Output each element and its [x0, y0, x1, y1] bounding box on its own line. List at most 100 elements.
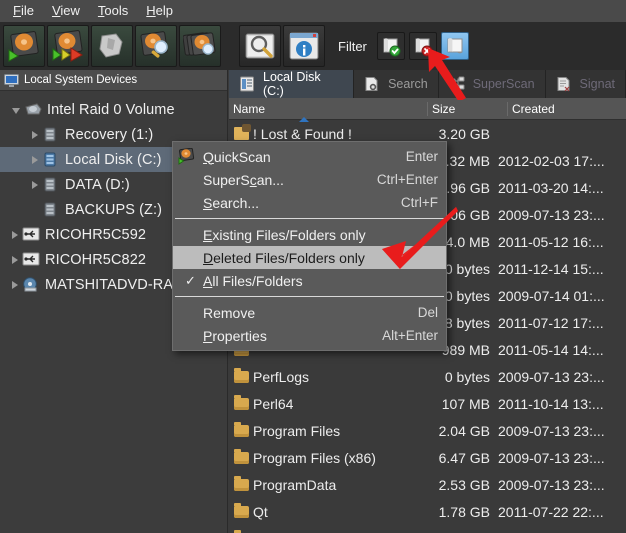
raid-button[interactable] — [91, 25, 133, 67]
tree-item-label: RICOHR5C592 — [45, 227, 146, 243]
table-row[interactable]: Qt 1.78 GB 2011-07-22 22:... — [229, 498, 626, 525]
column-header-created[interactable]: Created — [507, 102, 626, 116]
drive-icon — [42, 202, 60, 218]
context-menu-existing-files-only[interactable]: Existing Files/Folders only — [173, 223, 446, 246]
file-created: 2011-07-12 17:... — [496, 315, 626, 331]
checkmark-icon: ✓ — [185, 273, 196, 289]
context-menu-search[interactable]: Search... Ctrl+F — [173, 191, 446, 214]
file-size: 107 MB — [404, 396, 496, 412]
tree-item-label: Intel Raid 0 Volume — [47, 102, 175, 118]
context-menu-shortcut: Alt+Enter — [382, 328, 438, 343]
table-row[interactable]: ProgramData 2.53 GB 2009-07-13 23:... — [229, 471, 626, 498]
tree-item-intel-raid-0-volume[interactable]: Intel Raid 0 Volume — [0, 97, 227, 122]
find-disk-button[interactable] — [135, 25, 177, 67]
chevron-right-icon[interactable] — [8, 253, 22, 267]
file-created: 2011-10-14 13:... — [496, 396, 626, 412]
context-menu-superscan[interactable]: SuperScan... Ctrl+Enter — [173, 168, 446, 191]
devices-panel-header: Local System Devices — [0, 70, 227, 91]
chevron-right-icon[interactable] — [28, 128, 42, 142]
file-name: Perl64 — [253, 396, 404, 412]
file-name: PerfLogs — [253, 369, 404, 385]
context-menu-item-label: Remove — [203, 305, 418, 321]
context-menu-remove[interactable]: Remove Del — [173, 301, 446, 324]
filter-existing-button[interactable] — [377, 32, 405, 60]
file-created: 2011-12-14 15:... — [496, 261, 626, 277]
magnifier-window-icon — [243, 30, 277, 62]
table-row[interactable]: Program Files (x86) 6.47 GB 2009-07-13 2… — [229, 444, 626, 471]
context-menu-properties[interactable]: Properties Alt+Enter — [173, 324, 446, 347]
context-menu-shortcut: Ctrl+Enter — [377, 172, 438, 187]
optical-drive-icon — [22, 277, 40, 293]
context-menu-item-label: Deleted Files/Folders only — [203, 250, 438, 266]
menu-file[interactable]: FFileile — [4, 1, 43, 21]
lost-found-icon — [229, 127, 253, 140]
menu-bar: FFileile View Tools Help — [0, 0, 626, 22]
raid-volume-icon — [24, 102, 42, 118]
file-created: 2009-07-13 23:... — [496, 450, 626, 466]
clone-disk-button[interactable] — [47, 25, 89, 67]
file-name: Program Files (x86) — [253, 450, 404, 466]
signature-doc-icon — [556, 76, 572, 92]
info-button[interactable] — [283, 25, 325, 67]
table-row[interactable]: System Volume Informa... 18.6 MB 2011-03… — [229, 525, 626, 533]
disk-green-arrow-icon — [7, 30, 41, 62]
drive-blue-icon — [42, 152, 60, 168]
tree-item-label: Recovery (1:) — [65, 127, 153, 143]
table-row[interactable]: PerfLogs 0 bytes 2009-07-13 23:... — [229, 363, 626, 390]
file-created: 2011-07-22 22:... — [496, 504, 626, 520]
filter-button-group — [375, 32, 471, 60]
chevron-right-icon[interactable] — [28, 153, 42, 167]
search-button[interactable] — [239, 25, 281, 67]
disk-stack-button[interactable] — [179, 25, 221, 67]
info-window-icon — [287, 30, 321, 62]
filter-deleted-button[interactable] — [409, 32, 437, 60]
file-size: 2.53 GB — [404, 477, 496, 493]
table-row[interactable]: Perl64 107 MB 2011-10-14 13:... — [229, 390, 626, 417]
open-disk-button[interactable] — [3, 25, 45, 67]
tree-item-label: MATSHITADVD-RA — [45, 277, 173, 293]
quickscan-icon — [178, 148, 196, 165]
application-window: FFileile View Tools Help — [0, 0, 626, 533]
tab-local-disk-c[interactable]: Local Disk (C:) — [229, 70, 354, 98]
context-menu-all-files[interactable]: ✓ All Files/Folders — [173, 269, 446, 292]
file-name: Program Files — [253, 423, 404, 439]
chevron-right-icon[interactable] — [28, 178, 42, 192]
file-created: 2009-07-13 23:... — [496, 369, 626, 385]
context-menu-quickscan[interactable]: QuickScan Enter — [173, 145, 446, 168]
file-created: 2011-03-20 14:... — [496, 180, 626, 196]
chevron-right-icon[interactable] — [8, 278, 22, 292]
context-menu-item-label: Existing Files/Folders only — [203, 227, 438, 243]
folder-icon — [229, 398, 253, 410]
file-size: 0 bytes — [404, 369, 496, 385]
disk-stack-magnifier-icon — [183, 30, 217, 62]
tree-item-label: BACKUPS (Z:) — [65, 202, 162, 218]
chevron-right-icon[interactable] — [8, 228, 22, 242]
folder-icon — [229, 452, 253, 464]
document-green-check-icon — [380, 35, 402, 57]
disk-magnifier-icon — [139, 30, 173, 62]
file-created: 2009-07-13 23:... — [496, 477, 626, 493]
file-created: 2009-07-13 23:... — [496, 423, 626, 439]
menu-help[interactable]: Help — [137, 1, 182, 21]
tree-item-label: Local Disk (C:) — [65, 152, 162, 168]
table-row[interactable]: Program Files 2.04 GB 2009-07-13 23:... — [229, 417, 626, 444]
search-doc-icon — [364, 76, 380, 92]
context-menu-item-label: All Files/Folders — [203, 273, 438, 289]
chevron-down-icon[interactable] — [10, 103, 24, 117]
folder-icon — [229, 506, 253, 518]
tab-signatures[interactable]: Signat — [546, 70, 626, 98]
tab-superscan[interactable]: SuperScan — [439, 70, 546, 98]
column-header-size[interactable]: Size — [427, 102, 507, 116]
file-created: 2011-05-14 14:... — [496, 342, 626, 358]
menu-tools[interactable]: Tools — [89, 1, 137, 21]
tab-search[interactable]: Search — [354, 70, 439, 98]
context-menu-deleted-files-only[interactable]: Deleted Files/Folders only — [173, 246, 446, 269]
filter-all-button[interactable] — [441, 32, 469, 60]
context-menu: QuickScan Enter SuperScan... Ctrl+Enter … — [172, 141, 447, 351]
file-created: 2009-07-14 01:... — [496, 288, 626, 304]
context-menu-item-label: SuperScan... — [203, 172, 377, 188]
document-red-cross-icon — [412, 35, 434, 57]
menu-view[interactable]: View — [43, 1, 89, 21]
tab-label: Search — [388, 77, 428, 91]
column-header-name[interactable]: Name — [229, 102, 427, 116]
